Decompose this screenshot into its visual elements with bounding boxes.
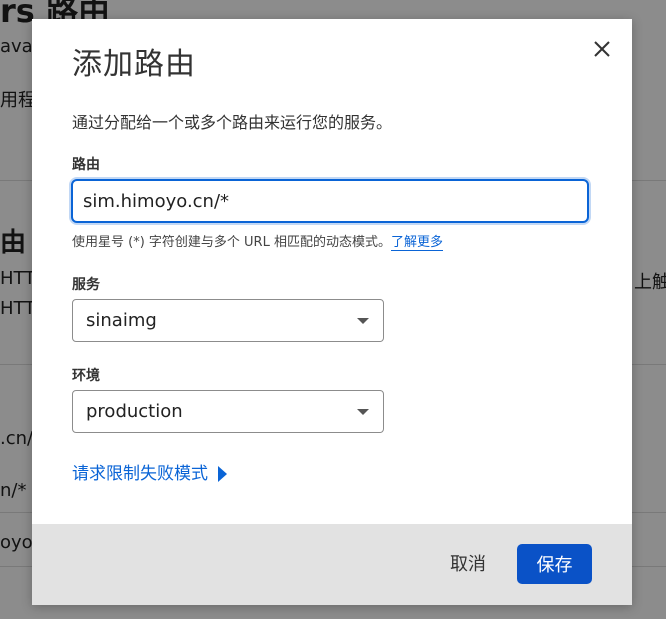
environment-label: 环境 — [72, 368, 100, 384]
chevron-down-icon — [357, 409, 369, 415]
dialog-description: 通过分配给一个或多个路由来运行您的服务。 — [72, 113, 393, 132]
environment-selected-value: production — [86, 401, 183, 422]
rate-limit-link-label: 请求限制失败模式 — [72, 464, 208, 484]
route-hint: 使用星号 (*) 字符创建与多个 URL 相匹配的动态模式。了解更多 — [72, 231, 443, 251]
route-label: 路由 — [72, 157, 100, 173]
save-button[interactable]: 保存 — [517, 544, 592, 584]
dialog-footer: 取消 保存 — [32, 524, 632, 605]
dialog-title: 添加路由 — [72, 47, 196, 82]
route-hint-text: 使用星号 (*) 字符创建与多个 URL 相匹配的动态模式。 — [72, 235, 391, 250]
close-icon — [594, 41, 610, 57]
close-button[interactable] — [590, 37, 614, 61]
chevron-down-icon — [357, 318, 369, 324]
rate-limit-failure-mode-toggle[interactable]: 请求限制失败模式 — [72, 459, 227, 484]
service-select[interactable]: sinaimg — [72, 299, 384, 342]
route-input[interactable] — [71, 179, 589, 223]
service-selected-value: sinaimg — [86, 310, 157, 331]
cancel-button[interactable]: 取消 — [432, 548, 504, 582]
learn-more-link[interactable]: 了解更多 — [390, 235, 443, 251]
service-label: 服务 — [72, 277, 100, 293]
environment-select[interactable]: production — [72, 390, 384, 433]
add-route-dialog: 添加路由 通过分配给一个或多个路由来运行您的服务。 路由 使用星号 (*) 字符… — [32, 19, 632, 605]
caret-right-icon — [218, 466, 227, 482]
